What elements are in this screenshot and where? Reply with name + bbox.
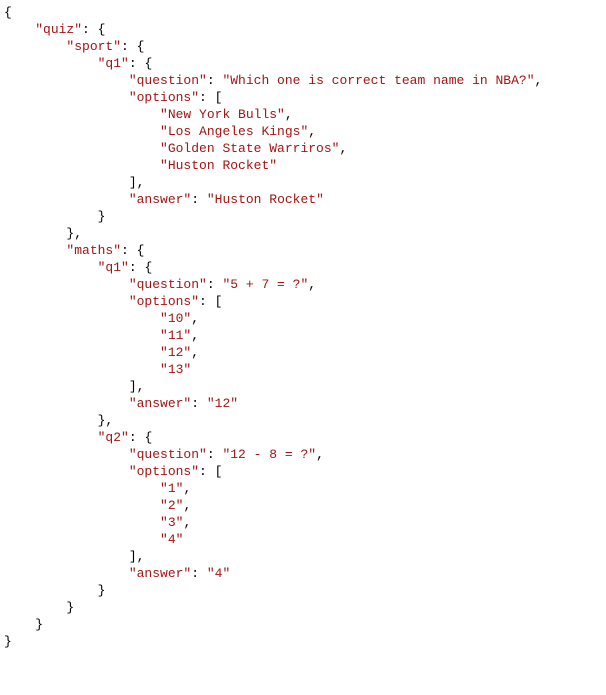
json-key: "question" xyxy=(129,447,207,462)
json-string: "12" xyxy=(207,396,238,411)
json-key: "q1" xyxy=(98,56,129,71)
json-string: "2" xyxy=(160,498,183,513)
json-string: "Which one is correct team name in NBA?" xyxy=(222,73,534,88)
json-string: "4" xyxy=(207,566,230,581)
json-key: "sport" xyxy=(66,39,121,54)
json-string: "3" xyxy=(160,515,183,530)
json-key: "q1" xyxy=(98,260,129,275)
json-code-block: { "quiz": { "sport": { "q1": { "question… xyxy=(0,0,606,650)
json-key: "answer" xyxy=(129,396,191,411)
json-string: "10" xyxy=(160,311,191,326)
json-string: "Huston Rocket" xyxy=(207,192,324,207)
json-string: "12" xyxy=(160,345,191,360)
json-string: "12 - 8 = ?" xyxy=(222,447,316,462)
json-string: "Huston Rocket" xyxy=(160,158,277,173)
json-string: "4" xyxy=(160,532,183,547)
json-key: "answer" xyxy=(129,566,191,581)
json-string: "New York Bulls" xyxy=(160,107,285,122)
json-key: "options" xyxy=(129,90,199,105)
json-key: "maths" xyxy=(66,243,121,258)
json-key: "options" xyxy=(129,294,199,309)
json-key: "question" xyxy=(129,277,207,292)
json-string: "13" xyxy=(160,362,191,377)
json-key: "answer" xyxy=(129,192,191,207)
json-string: "11" xyxy=(160,328,191,343)
json-key: "options" xyxy=(129,464,199,479)
json-key: "q2" xyxy=(98,430,129,445)
json-string: "1" xyxy=(160,481,183,496)
json-key: "question" xyxy=(129,73,207,88)
json-string: "Los Angeles Kings" xyxy=(160,124,308,139)
json-string: "5 + 7 = ?" xyxy=(222,277,308,292)
json-string: "Golden State Warriros" xyxy=(160,141,339,156)
json-key: "quiz" xyxy=(35,22,82,37)
